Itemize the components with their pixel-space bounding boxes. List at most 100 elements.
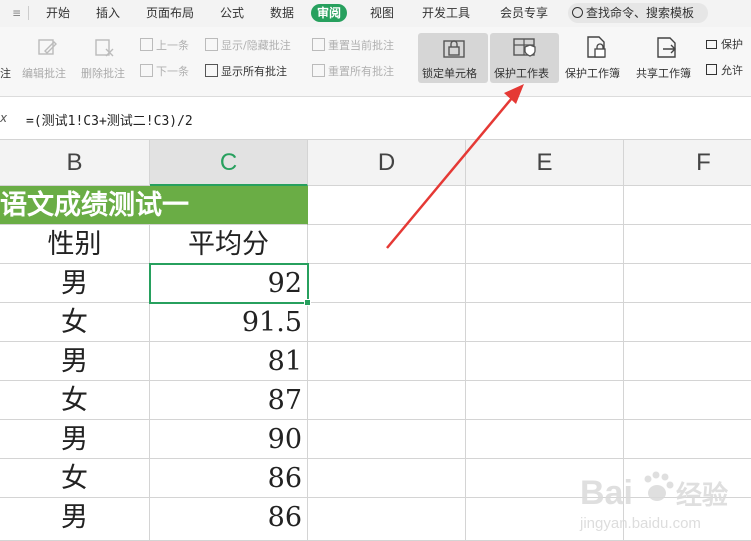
grid-cell[interactable] — [466, 186, 624, 225]
grid-cell[interactable] — [308, 420, 466, 459]
shield-sheet-icon — [513, 38, 536, 57]
gender-cell[interactable]: 女 — [0, 459, 150, 498]
column-header-c[interactable]: C — [150, 140, 308, 186]
function-icon[interactable]: x — [0, 111, 7, 125]
grid-cell[interactable] — [624, 264, 751, 303]
menu-overflow[interactable]: ≡ — [12, 4, 20, 22]
header-cell-average[interactable]: 平均分 — [150, 225, 308, 264]
grid-cell[interactable] — [466, 459, 624, 498]
search-placeholder: 查找命令、搜索模板 — [586, 6, 695, 20]
ribbon-toolbar: 注 编辑批注 删除批注 上一条 下一条 显示/隐藏批注 显示所有批注 重置当前批… — [0, 27, 751, 97]
tab-view[interactable]: 视图 — [370, 4, 394, 22]
show-all-comments-button[interactable]: 显示所有批注 — [205, 64, 287, 79]
protect-workbook-button[interactable]: 保护工作簿 — [565, 65, 620, 81]
show-hide-comment-label: 显示/隐藏批注 — [221, 39, 291, 52]
column-header-f[interactable]: F — [624, 140, 751, 186]
grid-cell[interactable] — [308, 459, 466, 498]
grid-cell[interactable] — [624, 186, 751, 225]
gender-cell[interactable]: 男 — [0, 264, 150, 303]
average-cell[interactable]: 81 — [150, 342, 308, 381]
grid-cell[interactable] — [624, 225, 751, 264]
gender-cell[interactable]: 女 — [0, 303, 150, 342]
tab-insert[interactable]: 插入 — [96, 4, 120, 22]
search-icon — [572, 7, 583, 18]
lock-icon — [443, 40, 465, 58]
protect-partial-label: 保护 — [721, 38, 743, 51]
delete-comment-icon — [95, 39, 114, 57]
formula-bar: x =(测试1!C3+测试二!C3)/2 — [0, 97, 751, 140]
grid-cell[interactable] — [624, 342, 751, 381]
edit-comment-button[interactable]: 编辑批注 — [22, 65, 66, 81]
gender-cell[interactable]: 女 — [0, 381, 150, 420]
tab-page-layout[interactable]: 页面布局 — [146, 4, 194, 22]
grid-cell[interactable] — [624, 381, 751, 420]
tab-data[interactable]: 数据 — [270, 4, 294, 22]
column-header-b[interactable]: B — [0, 140, 150, 186]
delete-comment-button[interactable]: 删除批注 — [81, 65, 125, 81]
prev-comment-button[interactable]: 上一条 — [140, 38, 189, 53]
grid-cell[interactable] — [308, 186, 466, 225]
gender-cell[interactable]: 男 — [0, 498, 150, 541]
prev-comment-icon — [140, 38, 153, 51]
tab-member[interactable]: 会员专享 — [500, 4, 548, 22]
grid-cell[interactable] — [466, 225, 624, 264]
grid-cell[interactable] — [308, 264, 466, 303]
grid-cell[interactable] — [308, 225, 466, 264]
grid-cell[interactable] — [308, 303, 466, 342]
grid-cell[interactable] — [624, 303, 751, 342]
grid-cell[interactable] — [466, 420, 624, 459]
show-hide-comment-button[interactable]: 显示/隐藏批注 — [205, 38, 291, 53]
reset-current-comment-label: 重置当前批注 — [328, 39, 394, 52]
protect-workbook-icon — [587, 36, 606, 58]
column-header-d[interactable]: D — [308, 140, 466, 186]
lock-cell-label: 锁定单元格 — [422, 67, 477, 80]
reset-current-comment-icon — [312, 38, 325, 51]
comment-partial-label: 注 — [0, 67, 11, 80]
show-all-comments-label: 显示所有批注 — [221, 65, 287, 78]
reset-all-comments-button[interactable]: 重置所有批注 — [312, 64, 394, 79]
fill-handle[interactable] — [304, 299, 311, 306]
show-hide-comment-icon — [205, 38, 218, 51]
tab-review[interactable]: 审阅 — [311, 4, 348, 22]
prev-comment-label: 上一条 — [156, 39, 189, 52]
gender-cell[interactable]: 男 — [0, 420, 150, 459]
allow-edit-partial-button[interactable]: 允许 — [706, 64, 743, 78]
next-comment-icon — [140, 64, 153, 77]
grid-cell[interactable] — [308, 498, 466, 541]
header-cell-gender[interactable]: 性别 — [0, 225, 150, 264]
protect-partial-button[interactable]: 保护 — [706, 38, 743, 52]
grid-cell[interactable] — [624, 498, 751, 541]
grid-cell[interactable] — [308, 381, 466, 420]
average-cell[interactable]: 86 — [150, 498, 308, 541]
allow-edit-partial-label: 允许 — [721, 64, 743, 77]
grid-cell[interactable] — [624, 420, 751, 459]
grid-cell[interactable] — [466, 342, 624, 381]
tab-home[interactable]: 开始 — [46, 4, 70, 22]
column-header-e[interactable]: E — [466, 140, 624, 186]
average-cell[interactable]: 86 — [150, 459, 308, 498]
grid-cell[interactable] — [466, 303, 624, 342]
next-comment-button[interactable]: 下一条 — [140, 64, 189, 79]
tab-developer[interactable]: 开发工具 — [422, 4, 470, 22]
command-search-input[interactable]: 查找命令、搜索模板 — [568, 3, 708, 23]
average-cell[interactable]: 87 — [150, 381, 308, 420]
share-workbook-button[interactable]: 共享工作簿 — [636, 65, 691, 81]
spreadsheet-grid: B C D E F 语文成绩测试一 性别 平均分 男 92 女 91.5 男 8… — [0, 140, 751, 541]
grid-cell[interactable] — [624, 459, 751, 498]
grid-cell[interactable] — [308, 342, 466, 381]
average-cell[interactable]: 91.5 — [150, 303, 308, 342]
average-cell[interactable]: 92 — [150, 264, 308, 303]
show-all-comments-icon — [205, 64, 218, 77]
menu-divider — [28, 6, 29, 20]
sheet-title-cell[interactable]: 语文成绩测试一 — [0, 186, 308, 225]
tab-formulas[interactable]: 公式 — [220, 4, 244, 22]
grid-cell[interactable] — [466, 381, 624, 420]
grid-cell[interactable] — [466, 498, 624, 541]
average-cell[interactable]: 90 — [150, 420, 308, 459]
reset-current-comment-button[interactable]: 重置当前批注 — [312, 38, 394, 53]
gender-cell[interactable]: 男 — [0, 342, 150, 381]
formula-input[interactable]: =(测试1!C3+测试二!C3)/2 — [26, 110, 193, 129]
next-comment-label: 下一条 — [156, 65, 189, 78]
grid-cell[interactable] — [466, 264, 624, 303]
allow-edit-icon — [706, 64, 717, 75]
